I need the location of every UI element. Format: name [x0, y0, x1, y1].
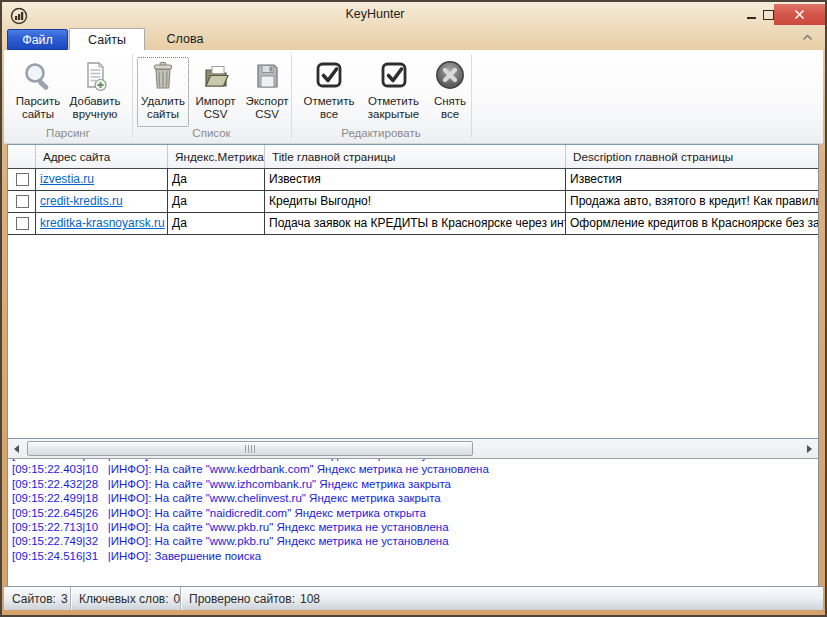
floppy-icon — [251, 60, 283, 94]
log-entry: [09:15:22.403|10 |ИНФО]: На сайте "www.k… — [12, 462, 818, 476]
log-entry: [09:15:22.749|32 |ИНФО]: На сайте "www.p… — [12, 534, 818, 548]
statusbar: Сайтов: 3 Ключевых слов: 0 Проверено сай… — [4, 586, 823, 610]
app-window: KeyHunter Файл Сайты Слова Парсить сайты — [0, 0, 827, 617]
import-csv-button[interactable]: Импорт CSV — [192, 57, 239, 127]
group-label-edit: Редактировать — [291, 127, 471, 139]
minimize-button[interactable] — [741, 4, 761, 25]
table-row: kreditka-krasnoyarsk.ru Да Подача заявок… — [8, 213, 818, 235]
cell-title: Подача заявок на КРЕДИТЫ в Красноярске ч… — [265, 213, 566, 234]
log-entry: [09:15:22.499|18 |ИНФО]: На сайте "www.c… — [12, 491, 818, 505]
header-metrika[interactable]: Яндекс.Метрика — [168, 145, 265, 168]
cell-description: Известия — [566, 169, 818, 190]
uncheck-all-button[interactable]: Снять все — [428, 57, 472, 127]
add-manually-button[interactable]: Добавить вручную — [66, 57, 124, 127]
site-link[interactable]: izvestia.ru — [40, 169, 94, 190]
log-panel: [09:15:22.403|10 |ИНФО]: На сайте "www.k… — [8, 459, 818, 586]
check-all-button[interactable]: Отметить все — [298, 57, 360, 127]
status-keywords: Ключевых слов: 0 — [71, 587, 181, 610]
scroll-left-button[interactable] — [8, 439, 25, 458]
cancel-circle-icon — [434, 60, 466, 94]
status-checked: Проверено сайтов: 108 — [181, 587, 320, 610]
parse-sites-button[interactable]: Парсить сайты — [12, 57, 64, 127]
cell-description: Оформление кредитов в Красноярске без за… — [566, 213, 818, 234]
log-entry: [09:15:22.645|26 |ИНФО]: На сайте "naidi… — [12, 506, 818, 520]
ribbon-collapse-icon[interactable] — [802, 33, 813, 41]
tab-words[interactable]: Слова — [145, 28, 225, 50]
folder-open-icon — [200, 60, 232, 94]
window-title: KeyHunter — [4, 7, 827, 21]
group-separator — [471, 54, 472, 138]
site-link[interactable]: credit-kredits.ru — [40, 191, 123, 212]
horizontal-scrollbar[interactable] — [8, 438, 818, 459]
add-document-icon — [79, 60, 111, 94]
log-entry: [09:15:22.432|28 |ИНФО]: На сайте "www.i… — [12, 477, 818, 491]
ribbon-tabstrip: Файл Сайты Слова — [4, 24, 823, 50]
row-checkbox[interactable] — [16, 195, 29, 208]
group-label-parsing: Парсинг — [4, 127, 132, 139]
table-row: izvestia.ru Да Известия Известия — [8, 169, 818, 191]
export-csv-button[interactable]: Экспорт CSV — [241, 57, 293, 127]
scrollbar-grip-icon — [245, 445, 256, 453]
check-closed-button[interactable]: Отметить закрытые — [361, 57, 426, 127]
cell-title: Кредиты Выгодно! — [265, 191, 566, 212]
scroll-left-icon — [14, 445, 19, 453]
status-sites: Сайтов: 3 — [4, 587, 71, 610]
maximize-icon — [763, 10, 774, 20]
row-checkbox[interactable] — [16, 217, 29, 230]
header-title[interactable]: Title главной страницы — [265, 145, 566, 168]
trash-icon — [147, 60, 179, 94]
checkbox-checked-icon — [313, 60, 345, 94]
row-checkbox[interactable] — [16, 173, 29, 186]
cell-description: Продажа авто, взятого в кредит! Как прав… — [566, 191, 818, 212]
close-button[interactable] — [774, 4, 825, 25]
cell-metrika: Да — [168, 213, 265, 234]
checkbox-checked-icon — [378, 60, 410, 94]
main-content: Адрес сайта Яндекс.Метрика Title главной… — [7, 144, 819, 586]
log-entry: [09:15:24.516|31 |ИНФО]: Завершение поис… — [12, 549, 818, 563]
group-separator — [291, 54, 292, 138]
scroll-right-icon — [807, 445, 812, 453]
magnifier-icon — [22, 60, 54, 94]
tab-file[interactable]: Файл — [7, 29, 68, 50]
scroll-right-button[interactable] — [801, 439, 818, 458]
site-link[interactable]: kreditka-krasnoyarsk.ru — [40, 213, 165, 234]
log-entry: [09:15:22.713|10 |ИНФО]: На сайте "www.p… — [12, 520, 818, 534]
sites-table: Адрес сайта Яндекс.Метрика Title главной… — [8, 145, 818, 438]
titlebar: KeyHunter — [4, 4, 823, 24]
cell-metrika: Да — [168, 169, 265, 190]
table-row: credit-kredits.ru Да Кредиты Выгодно! Пр… — [8, 191, 818, 213]
ribbon: Парсить сайты Добавить вручную — [4, 50, 823, 144]
group-label-list: Список — [132, 127, 291, 139]
cell-title: Известия — [265, 169, 566, 190]
close-icon — [794, 9, 805, 20]
table-header: Адрес сайта Яндекс.Метрика Title главной… — [8, 145, 818, 169]
header-address[interactable]: Адрес сайта — [36, 145, 168, 168]
header-description[interactable]: Description главной страницы — [566, 145, 818, 168]
group-separator — [132, 54, 133, 138]
cell-metrika: Да — [168, 191, 265, 212]
scrollbar-thumb[interactable] — [27, 441, 473, 456]
tab-sites[interactable]: Сайты — [69, 28, 145, 50]
minimize-icon — [747, 17, 756, 19]
delete-sites-button[interactable]: Удалить сайты — [137, 57, 189, 127]
header-checkbox-col[interactable] — [8, 145, 36, 168]
